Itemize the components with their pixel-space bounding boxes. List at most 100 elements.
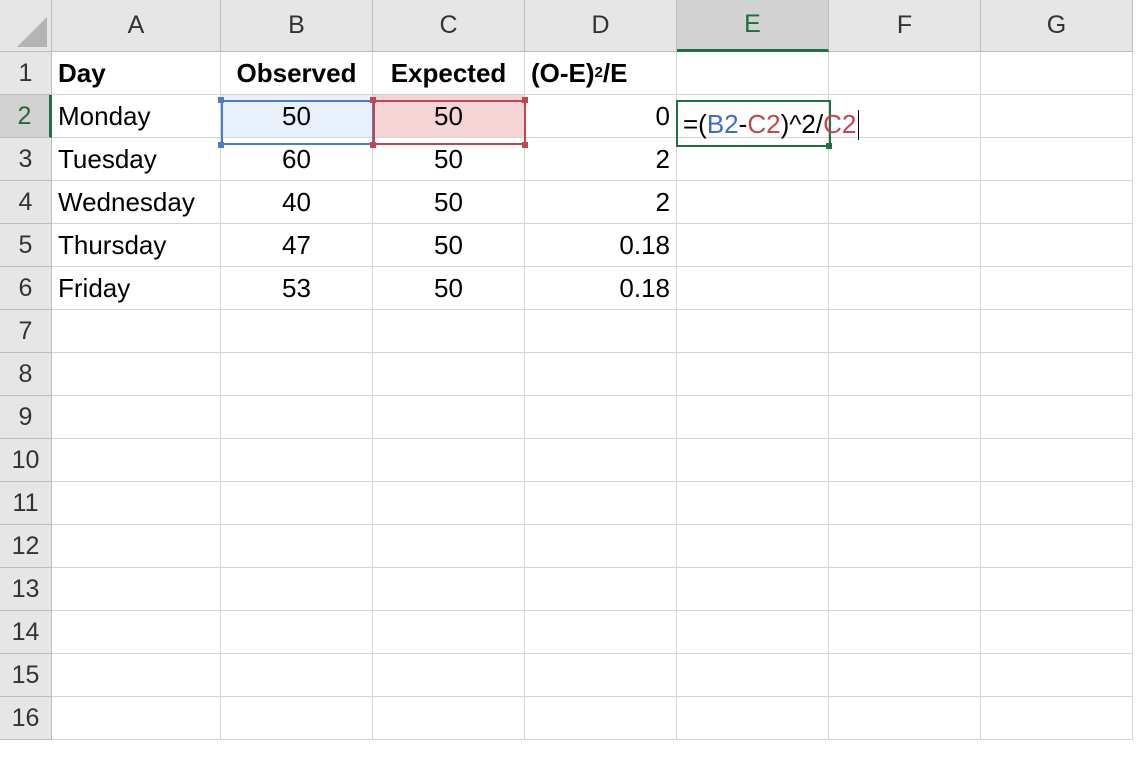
cell-c3[interactable]: 50 xyxy=(373,138,525,181)
cell-b7[interactable] xyxy=(221,310,373,353)
row-header-12[interactable]: 12 xyxy=(0,525,52,568)
cell-e14[interactable] xyxy=(677,611,829,654)
cell-e15[interactable] xyxy=(677,654,829,697)
cell-e6[interactable] xyxy=(677,267,829,310)
cell-a7[interactable] xyxy=(52,310,221,353)
ref-c2-handle-bl[interactable] xyxy=(370,142,376,148)
cell-c1[interactable]: Expected xyxy=(373,52,525,95)
column-header-g[interactable]: G xyxy=(981,0,1133,52)
cell-e9[interactable] xyxy=(677,396,829,439)
row-header-4[interactable]: 4 xyxy=(0,181,52,224)
cell-f9[interactable] xyxy=(829,396,981,439)
cell-a14[interactable] xyxy=(52,611,221,654)
cell-a15[interactable] xyxy=(52,654,221,697)
column-header-f[interactable]: F xyxy=(829,0,981,52)
ref-c2-handle-br[interactable] xyxy=(522,142,528,148)
cell-f5[interactable] xyxy=(829,224,981,267)
cell-g11[interactable] xyxy=(981,482,1133,525)
cell-g9[interactable] xyxy=(981,396,1133,439)
cell-b6[interactable]: 53 xyxy=(221,267,373,310)
cell-c8[interactable] xyxy=(373,353,525,396)
ref-b2-handle-bl[interactable] xyxy=(218,142,224,148)
cell-d4[interactable]: 2 xyxy=(525,181,677,224)
cell-c10[interactable] xyxy=(373,439,525,482)
row-header-2[interactable]: 2 xyxy=(0,95,52,138)
cell-d5[interactable]: 0.18 xyxy=(525,224,677,267)
cell-b5[interactable]: 47 xyxy=(221,224,373,267)
cell-f13[interactable] xyxy=(829,568,981,611)
cell-f12[interactable] xyxy=(829,525,981,568)
cell-d8[interactable] xyxy=(525,353,677,396)
cell-d2[interactable]: 0 xyxy=(525,95,677,138)
ref-b2-handle-tl[interactable] xyxy=(218,97,224,103)
row-header-10[interactable]: 10 xyxy=(0,439,52,482)
cell-a16[interactable] xyxy=(52,697,221,740)
cell-g2[interactable] xyxy=(981,95,1133,138)
cell-b16[interactable] xyxy=(221,697,373,740)
cell-d7[interactable] xyxy=(525,310,677,353)
cell-c9[interactable] xyxy=(373,396,525,439)
cell-e10[interactable] xyxy=(677,439,829,482)
row-header-1[interactable]: 1 xyxy=(0,52,52,95)
cell-b13[interactable] xyxy=(221,568,373,611)
row-header-8[interactable]: 8 xyxy=(0,353,52,396)
cell-a1[interactable]: Day xyxy=(52,52,221,95)
cell-a5[interactable]: Thursday xyxy=(52,224,221,267)
cell-d10[interactable] xyxy=(525,439,677,482)
cell-g3[interactable] xyxy=(981,138,1133,181)
cell-c4[interactable]: 50 xyxy=(373,181,525,224)
cell-c7[interactable] xyxy=(373,310,525,353)
cell-a9[interactable] xyxy=(52,396,221,439)
cell-e1[interactable] xyxy=(677,52,829,95)
cell-c15[interactable] xyxy=(373,654,525,697)
cell-c11[interactable] xyxy=(373,482,525,525)
row-header-9[interactable]: 9 xyxy=(0,396,52,439)
row-header-11[interactable]: 11 xyxy=(0,482,52,525)
cell-f1[interactable] xyxy=(829,52,981,95)
cell-g7[interactable] xyxy=(981,310,1133,353)
cell-e4[interactable] xyxy=(677,181,829,224)
cell-c2[interactable]: 50 xyxy=(373,95,525,138)
cell-e8[interactable] xyxy=(677,353,829,396)
cell-a11[interactable] xyxy=(52,482,221,525)
cell-b1[interactable]: Observed xyxy=(221,52,373,95)
cell-e12[interactable] xyxy=(677,525,829,568)
cell-d15[interactable] xyxy=(525,654,677,697)
cell-d12[interactable] xyxy=(525,525,677,568)
cell-d13[interactable] xyxy=(525,568,677,611)
cell-d9[interactable] xyxy=(525,396,677,439)
cell-f4[interactable] xyxy=(829,181,981,224)
column-header-a[interactable]: A xyxy=(52,0,221,52)
cell-a13[interactable] xyxy=(52,568,221,611)
row-header-3[interactable]: 3 xyxy=(0,138,52,181)
cell-b2[interactable]: 50 xyxy=(221,95,373,138)
cell-d16[interactable] xyxy=(525,697,677,740)
row-header-13[interactable]: 13 xyxy=(0,568,52,611)
cell-d1[interactable]: (O-E) 2/E xyxy=(525,52,677,95)
cell-f15[interactable] xyxy=(829,654,981,697)
row-header-15[interactable]: 15 xyxy=(0,654,52,697)
cell-b15[interactable] xyxy=(221,654,373,697)
cell-e7[interactable] xyxy=(677,310,829,353)
cell-a4[interactable]: Wednesday xyxy=(52,181,221,224)
cell-a6[interactable]: Friday xyxy=(52,267,221,310)
cell-d11[interactable] xyxy=(525,482,677,525)
cell-a3[interactable]: Tuesday xyxy=(52,138,221,181)
cell-f7[interactable] xyxy=(829,310,981,353)
row-header-16[interactable]: 16 xyxy=(0,697,52,740)
ref-c2-handle-tr[interactable] xyxy=(522,97,528,103)
row-header-6[interactable]: 6 xyxy=(0,267,52,310)
cell-e5[interactable] xyxy=(677,224,829,267)
cell-editor-e2[interactable]: =(B2- C2)^2/C2 xyxy=(683,103,860,146)
cell-g6[interactable] xyxy=(981,267,1133,310)
cell-d6[interactable]: 0.18 xyxy=(525,267,677,310)
select-all-corner[interactable] xyxy=(0,0,52,52)
cell-g14[interactable] xyxy=(981,611,1133,654)
cell-a12[interactable] xyxy=(52,525,221,568)
cell-b4[interactable]: 40 xyxy=(221,181,373,224)
cell-g8[interactable] xyxy=(981,353,1133,396)
ref-c2-handle-tl[interactable] xyxy=(370,97,376,103)
cell-g4[interactable] xyxy=(981,181,1133,224)
cell-f16[interactable] xyxy=(829,697,981,740)
cell-b10[interactable] xyxy=(221,439,373,482)
